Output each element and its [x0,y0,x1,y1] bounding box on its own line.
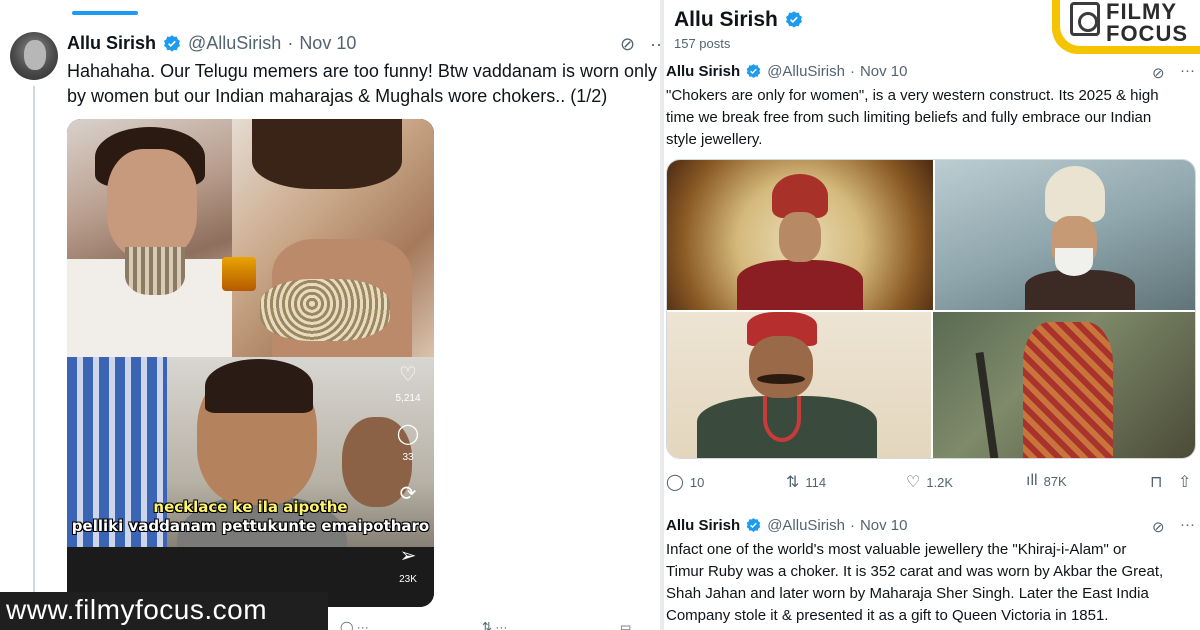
tweet-text-line-1: Hahahaha. Our Telugu memers are too funn… [67,61,657,81]
author-handle[interactable]: @AlluSirish [188,33,281,54]
reply-icon: ◯ [666,474,684,491]
share-icon[interactable]: ➢ [393,543,423,568]
repost-count: 114 [805,474,827,490]
profile-post-count: 157 posts [674,36,731,51]
more-icon[interactable]: ··· [1180,62,1195,79]
share-button[interactable]: ⇧ [1178,472,1191,492]
upload-icon: ⇧ [1178,474,1192,491]
tweet-action-bar: ◯ 10 ⇅ 114 ♡ 1.2K ıll 87K ⊓ ⇧ [666,472,1196,494]
tweet-date[interactable]: Nov 10 [299,33,356,54]
bookmark-icon[interactable]: ▭ [620,620,631,630]
like-button[interactable]: ♡ 1.2K [906,472,953,492]
meme-caption-line-1: necklace ke ila aipothe [153,498,348,516]
grok-icon[interactable]: ⊘ [1152,64,1165,82]
reply-count: 10 [689,474,705,490]
tweet-text-line-3: style jewellery. [666,131,763,148]
avatar-face [24,40,46,70]
grok-icon[interactable]: ⊘ [620,34,635,55]
tweet-header: Allu Sirish @AlluSirish · Nov 10 [666,63,907,80]
tweet-date[interactable]: Nov 10 [860,517,908,534]
avatar[interactable] [10,32,58,80]
active-tab-indicator [72,11,138,15]
verified-badge-icon [785,11,802,28]
reel-comments-count: 33 [402,452,414,463]
verified-badge-icon [164,34,181,52]
meme-photo-left [67,119,232,357]
header-separator: · [849,517,855,534]
bookmark-icon: ⊓ [1150,474,1163,491]
views-icon: ıll [1026,472,1038,489]
reel-likes-count: 5,214 [395,393,421,404]
reply-button[interactable]: ◯ 10 [666,472,704,492]
more-icon[interactable]: ·· [650,34,660,55]
heart-icon: ♡ [906,474,921,491]
meme-reaction-still [67,357,434,607]
tweet-text-line-2: by women but our Indian maharajas & Mugh… [67,86,608,106]
film-reel-icon [1070,2,1100,36]
repost-button[interactable]: ⇅ 114 [786,472,826,492]
author-name[interactable]: Allu Sirish [666,517,740,534]
verified-badge-icon [746,518,761,532]
portrait-image-3[interactable] [667,312,931,458]
tweet-date[interactable]: Nov 10 [860,63,908,80]
view-count: 87K [1043,473,1067,489]
right-profile-panel: Allu Sirish 157 posts FILMY FOCUS Allu S… [664,0,1200,630]
reply-icon[interactable]: ◯ ··· [340,620,369,630]
thread-connector-line [33,86,35,606]
more-icon[interactable]: ··· [1180,516,1195,533]
repost-icon[interactable]: ⇅ ··· [482,620,507,630]
left-tweet-panel: Allu Sirish @AlluSirish · Nov 10 ⊘ ·· Ha… [0,0,660,630]
site-watermark: www.filmyfocus.com [6,594,268,625]
tweet-image-grid [666,159,1196,459]
author-name[interactable]: Allu Sirish [666,63,740,80]
profile-name: Allu Sirish [674,8,778,31]
views-button[interactable]: ıll 87K [1026,472,1067,490]
meme-caption-line-2: pelliki vaddanam pettukunte emaipotharo [71,517,430,535]
portrait-image-2[interactable] [935,160,1195,310]
repost-icon[interactable]: ⟳ [393,481,423,506]
meme-inset-thumbnail [222,257,256,291]
heart-icon[interactable]: ♡ [393,362,423,387]
comment-icon[interactable]: ◯ [393,421,423,446]
profile-header: Allu Sirish [674,8,804,32]
grok-icon[interactable]: ⊘ [1152,518,1165,536]
repost-icon: ⇅ [786,474,800,491]
tweet-text-line-2: time we break free from such limiting be… [666,109,1152,126]
portrait-image-1[interactable] [667,160,933,310]
author-name[interactable]: Allu Sirish [67,33,156,54]
header-separator: · [287,33,294,53]
reel-shares-count: 23K [399,574,417,585]
tweet-text-line-1: "Chokers are only for women", is a very … [666,87,1159,104]
tweet-text-line-3: Shah Jahan and later worn by Maharaja Sh… [666,585,1149,602]
header-separator: · [849,63,855,80]
tweet-header: Allu Sirish @AlluSirish · Nov 10 [67,33,356,54]
tweet-text-line-2: Timur Ruby was a choker. It is 352 carat… [666,563,1164,580]
bookmark-button[interactable]: ⊓ [1150,472,1162,492]
tweet-text-line-4: Company stole it & presented it as a gif… [666,607,1109,624]
meme-photo-right [232,119,434,357]
tweet-text-line-1: Infact one of the world's most valuable … [666,541,1127,558]
logo-text-line-2: FOCUS [1106,21,1188,46]
verified-badge-icon [746,64,761,78]
filmyfocus-logo: FILMY FOCUS [1052,0,1200,54]
tweet-header: Allu Sirish @AlluSirish · Nov 10 [666,517,907,534]
author-handle[interactable]: @AlluSirish [767,63,845,80]
like-count: 1.2K [926,474,954,490]
tweet-video-media[interactable]: necklace ke ila aipothe pelliki vaddanam… [67,119,434,607]
portrait-image-4[interactable] [933,312,1195,458]
author-handle[interactable]: @AlluSirish [767,517,845,534]
